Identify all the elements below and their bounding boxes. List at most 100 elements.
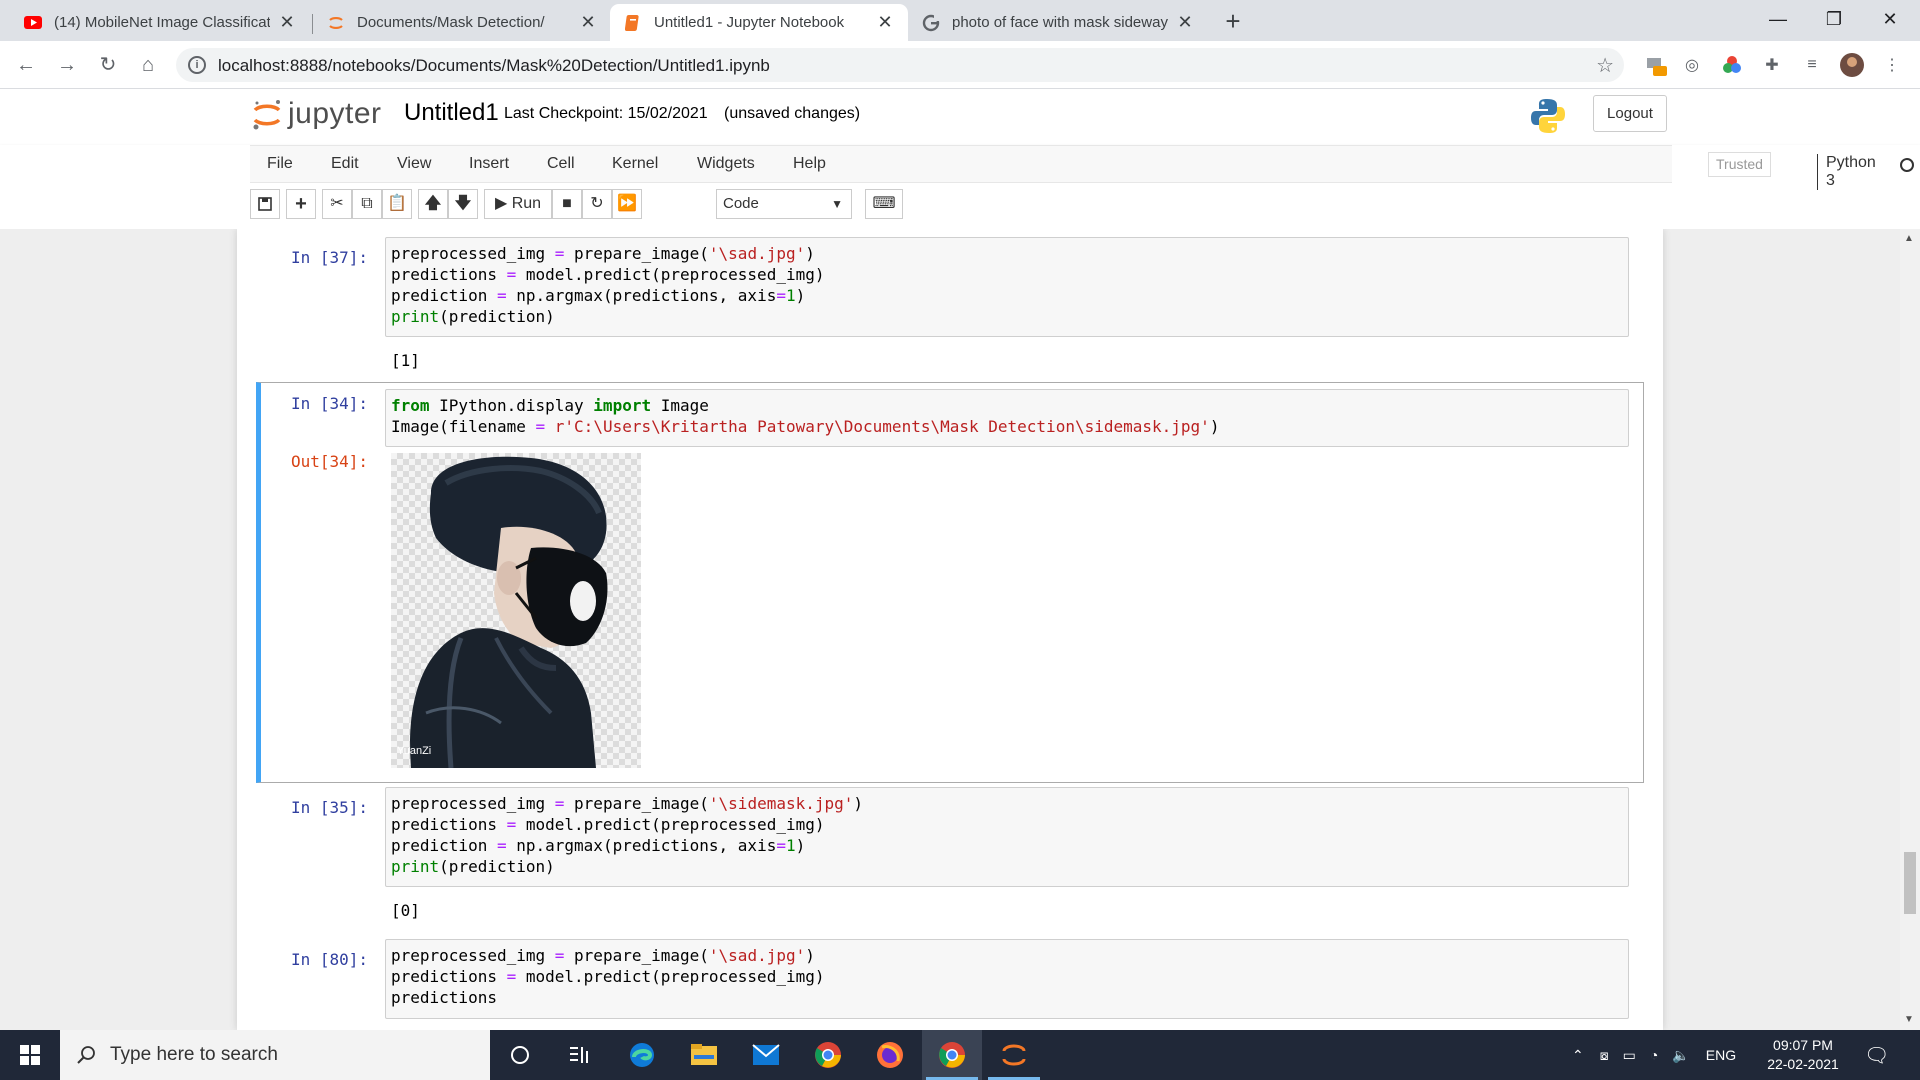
menu-kernel[interactable]: Kernel: [612, 155, 658, 173]
browser-tab-notebook[interactable]: Untitled1 - Jupyter Notebook ✕: [610, 4, 908, 41]
language-indicator[interactable]: ENG: [1706, 1047, 1736, 1063]
incognito-extension-icon[interactable]: ◎: [1680, 53, 1704, 77]
shopping-extension-icon[interactable]: [1644, 53, 1668, 77]
logout-button[interactable]: Logout: [1593, 95, 1667, 132]
mail-icon[interactable]: [736, 1030, 796, 1080]
taskbar-search-input[interactable]: Type here to search: [60, 1030, 490, 1080]
chrome-taskbar-icon[interactable]: [798, 1030, 858, 1080]
notebook-name[interactable]: Untitled1: [404, 99, 499, 127]
close-window-button[interactable]: ✕: [1862, 0, 1918, 41]
menu-cell[interactable]: Cell: [547, 155, 575, 173]
menu-edit[interactable]: Edit: [331, 155, 359, 173]
close-tab-icon[interactable]: ✕: [1176, 12, 1194, 33]
forward-button[interactable]: →: [51, 49, 83, 81]
code-editor[interactable]: preprocessed_img = prepare_image('\sad.j…: [385, 237, 1629, 337]
restore-button[interactable]: ❐: [1806, 0, 1862, 41]
home-icon[interactable]: ⌂: [132, 49, 164, 81]
browser-tab-youtube[interactable]: (14) MobileNet Image Classificati ✕: [10, 4, 310, 41]
menu-widgets[interactable]: Widgets: [697, 155, 755, 173]
scrollbar-thumb[interactable]: [1904, 852, 1916, 914]
kernel-name[interactable]: Python 3: [1817, 154, 1876, 190]
tab-title: Untitled1 - Jupyter Notebook: [654, 14, 845, 31]
code-line: preprocessed_img = prepare_image('\sidem…: [391, 794, 864, 813]
keyboard-icon[interactable]: ⌨: [865, 189, 903, 219]
browser-tab-strip: (14) MobileNet Image Classificati ✕ Docu…: [0, 0, 1920, 41]
profile-avatar-icon[interactable]: [1840, 53, 1864, 77]
close-tab-icon[interactable]: ✕: [579, 12, 597, 33]
browser-tab-documents[interactable]: Documents/Mask Detection/ ✕: [313, 4, 611, 41]
code-editor[interactable]: preprocessed_img = prepare_image('\sad.j…: [385, 939, 1629, 1019]
menu-file[interactable]: File: [267, 155, 293, 173]
edge-browser-icon[interactable]: [612, 1030, 672, 1080]
vertical-scrollbar[interactable]: ▲ ▼: [1900, 229, 1920, 1030]
battery-icon[interactable]: ▭: [1623, 1047, 1636, 1064]
youtube-icon: [24, 14, 42, 32]
notifications-icon[interactable]: 🗨: [1864, 1030, 1889, 1080]
menu-help[interactable]: Help: [793, 155, 826, 173]
jupyter-notebook-icon: [624, 14, 642, 32]
code-cell[interactable]: In [35]: preprocessed_img = prepare_imag…: [256, 787, 1644, 920]
search-icon: [77, 1046, 95, 1064]
move-up-icon[interactable]: 🡅: [418, 189, 448, 219]
cell-type-select[interactable]: Code ▼: [716, 189, 852, 219]
new-tab-button[interactable]: +: [1217, 6, 1249, 38]
extensions-puzzle-icon[interactable]: ✚: [1760, 53, 1784, 77]
code-line: print(prediction): [391, 857, 555, 876]
cut-icon[interactable]: ✂: [322, 189, 352, 219]
output-image: YuanZi: [391, 453, 641, 768]
code-editor[interactable]: preprocessed_img = prepare_image('\sidem…: [385, 787, 1629, 887]
insert-cell-icon[interactable]: +: [286, 189, 316, 219]
menu-insert[interactable]: Insert: [469, 155, 509, 173]
code-cell[interactable]: In [80]: preprocessed_img = prepare_imag…: [256, 939, 1644, 1030]
code-line: from IPython.display import Image: [391, 396, 709, 415]
save-icon[interactable]: [250, 189, 280, 219]
firefox-icon[interactable]: [860, 1030, 920, 1080]
wifi-icon[interactable]: ◔: [1650, 1047, 1658, 1063]
run-button[interactable]: ▶ Run: [484, 189, 552, 219]
task-view-icon[interactable]: [490, 1030, 550, 1080]
trusted-badge[interactable]: Trusted: [1708, 152, 1771, 177]
copy-icon[interactable]: ⧉: [352, 189, 382, 219]
scroll-down-icon[interactable]: ▼: [1904, 1014, 1914, 1025]
windows-start-icon[interactable]: [0, 1030, 60, 1080]
chevron-down-icon: ▼: [831, 197, 843, 211]
reload-button[interactable]: ↻: [92, 49, 124, 81]
tab-title: photo of face with mask sideway: [952, 14, 1168, 31]
jupyter-taskbar-icon[interactable]: [984, 1030, 1044, 1080]
code-editor[interactable]: from IPython.display import Image Image(…: [385, 389, 1629, 447]
site-info-icon[interactable]: i: [188, 56, 206, 74]
move-down-icon[interactable]: 🡇: [448, 189, 478, 219]
color-picker-extension-icon[interactable]: [1720, 53, 1744, 77]
minimize-button[interactable]: —: [1750, 0, 1806, 41]
device-icon[interactable]: ⧇: [1600, 1047, 1609, 1064]
notebook-container: In [37]: preprocessed_img = prepare_imag…: [0, 229, 1900, 1030]
chrome-active-taskbar-icon[interactable]: [922, 1030, 982, 1080]
windows-taskbar: Type here to search ⌃ ⧇ ▭ ◔ 🔈 ENG 09:07 …: [0, 1030, 1920, 1080]
address-bar[interactable]: i localhost:8888/notebooks/Documents/Mas…: [176, 48, 1624, 82]
restart-run-all-icon[interactable]: ⏩: [612, 189, 642, 219]
chevron-up-icon[interactable]: ⌃: [1572, 1047, 1584, 1064]
code-cell-selected[interactable]: In [34]: from IPython.display import Ima…: [256, 382, 1644, 783]
back-button[interactable]: ←: [10, 49, 42, 81]
paste-icon[interactable]: 📋: [382, 189, 412, 219]
close-tab-icon[interactable]: ✕: [278, 12, 296, 33]
file-explorer-icon[interactable]: [674, 1030, 734, 1080]
chrome-menu-icon[interactable]: ⋮: [1880, 53, 1904, 77]
clock-date: 22-02-2021: [1767, 1056, 1839, 1072]
code-cell[interactable]: In [37]: preprocessed_img = prepare_imag…: [256, 233, 1644, 370]
browser-tab-google[interactable]: photo of face with mask sideway ✕: [908, 4, 1208, 41]
menu-view[interactable]: View: [397, 155, 431, 173]
reading-list-icon[interactable]: ≡: [1800, 53, 1824, 77]
notebook-page: In [37]: preprocessed_img = prepare_imag…: [237, 229, 1663, 1030]
jupyter-logo[interactable]: jupyter: [250, 97, 382, 131]
close-tab-icon[interactable]: ✕: [876, 12, 894, 33]
task-manager-icon[interactable]: [550, 1030, 610, 1080]
taskbar-clock[interactable]: 09:07 PM 22-02-2021: [1762, 1036, 1844, 1074]
bookmark-star-icon[interactable]: ☆: [1596, 53, 1614, 78]
restart-icon[interactable]: ↻: [582, 189, 612, 219]
scroll-up-icon[interactable]: ▲: [1904, 233, 1914, 244]
volume-icon[interactable]: 🔈: [1672, 1047, 1689, 1064]
code-line: preprocessed_img = prepare_image('\sad.j…: [391, 946, 815, 965]
url-text: localhost:8888/notebooks/Documents/Mask%…: [218, 56, 770, 75]
interrupt-icon[interactable]: ■: [552, 189, 582, 219]
